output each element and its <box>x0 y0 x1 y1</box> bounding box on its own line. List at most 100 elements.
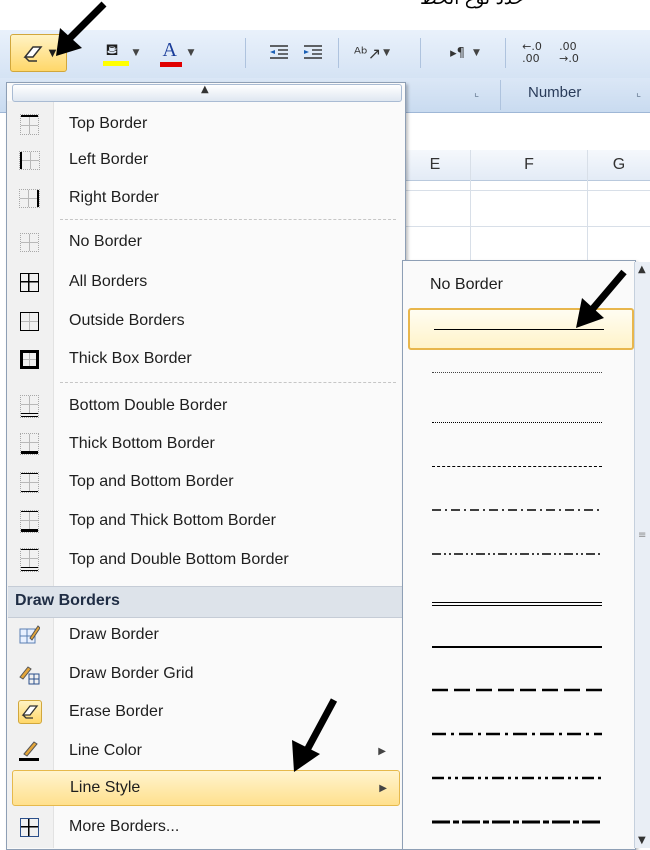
menu-item-label: Draw Border Grid <box>69 665 194 682</box>
column-header-f[interactable]: F <box>471 150 588 181</box>
annotation-arrow-line-style <box>576 269 627 328</box>
section-title: Draw Borders <box>15 592 120 609</box>
increase-indent-button[interactable] <box>296 36 330 70</box>
triangle-down-icon[interactable]: ▼ <box>638 835 646 846</box>
line-style-dash-dot[interactable] <box>408 490 630 530</box>
menu-item-label: Draw Border <box>69 626 159 643</box>
text-orientation-icon: ᴬᵇ↗ <box>353 43 382 63</box>
menu-item-label: Top and Bottom Border <box>69 473 234 490</box>
border-left-icon <box>18 150 40 170</box>
menu-item-label: Right Border <box>69 189 159 206</box>
top-caption: حدد نوع الخط <box>420 0 524 9</box>
annotation-arrow-top <box>56 1 107 56</box>
menu-item-draw-border-grid[interactable]: Draw Border Grid <box>12 656 398 692</box>
border-none-icon <box>19 232 39 252</box>
annotation-arrow-menu <box>292 698 338 772</box>
menu-item-label: Outside Borders <box>69 312 185 329</box>
draw-borders-header: Draw Borders <box>8 586 403 618</box>
line-style-dash-dot-dot[interactable] <box>408 534 630 574</box>
chevron-down-icon: ▼ <box>132 48 140 58</box>
dialog-launcher-icon[interactable]: ⌞ <box>474 86 479 99</box>
menu-item-label: No Border <box>69 233 142 250</box>
menu-item-label: Erase Border <box>69 703 164 720</box>
border-top-double-bottom-icon <box>19 548 39 572</box>
menu-item-left-border[interactable]: Left Border <box>12 142 398 178</box>
line-style-slant-dash-dot[interactable] <box>408 804 630 844</box>
draw-border-icon <box>19 625 40 644</box>
increase-decimal-button[interactable]: ←.0.00 <box>515 36 549 70</box>
decrease-decimal-icon: .00 →.0 <box>559 40 579 65</box>
font-color-button[interactable]: A ▼ <box>150 36 204 70</box>
menu-item-label: Top Border <box>69 115 148 132</box>
menu-item-top-and-bottom-border[interactable]: Top and Bottom Border <box>12 464 398 500</box>
line-style-dashed[interactable] <box>408 446 630 486</box>
border-bottom-double-icon <box>19 394 39 418</box>
menu-item-more-borders[interactable]: More Borders... <box>12 809 398 845</box>
draw-border-grid-icon <box>19 666 40 685</box>
menu-item-label: Thick Box Border <box>69 350 192 367</box>
menu-item-top-border[interactable]: Top Border <box>12 106 398 142</box>
triangle-up-icon: ▲ <box>201 84 209 95</box>
paragraph-direction-button[interactable]: ▸¶ ▼ <box>430 36 500 70</box>
chevron-down-icon: ▼ <box>383 48 391 58</box>
line-style-medium-dashed[interactable] <box>408 670 630 710</box>
line-style-medium-dash-dot[interactable] <box>408 714 630 754</box>
border-outside-icon <box>19 311 39 331</box>
scroll-grip-icon[interactable]: ≡ <box>638 530 646 541</box>
decrease-decimal-button[interactable]: .00 →.0 <box>552 36 586 70</box>
orientation-button[interactable]: ᴬᵇ↗ ▼ <box>346 36 398 70</box>
eraser-icon <box>21 705 39 719</box>
font-color-icon: A <box>159 39 182 67</box>
border-top-thick-bottom-icon <box>19 509 39 533</box>
menu-item-right-border[interactable]: Right Border <box>12 180 398 216</box>
menu-item-no-border[interactable]: No Border <box>12 224 398 260</box>
no-border-option[interactable]: No Border <box>430 276 503 294</box>
chevron-down-icon: ▼ <box>187 48 195 58</box>
menu-item-label: Line Color <box>69 742 142 759</box>
submenu-arrow-icon: ▶ <box>379 782 387 794</box>
menu-item-top-double-bottom-border[interactable]: Top and Double Bottom Border <box>12 542 398 578</box>
increase-indent-icon <box>304 45 322 59</box>
menu-item-bottom-double-border[interactable]: Bottom Double Border <box>12 388 398 424</box>
line-style-medium[interactable] <box>408 626 630 666</box>
chevron-down-icon: ▼ <box>472 48 480 58</box>
number-group-label: Number <box>528 84 582 101</box>
menu-item-thick-bottom-border[interactable]: Thick Bottom Border <box>12 426 398 462</box>
submenu-arrow-icon: ▶ <box>378 745 386 757</box>
menu-scroll-up[interactable]: ▲ <box>12 84 402 102</box>
border-thick-bottom-icon <box>19 433 39 455</box>
line-color-icon <box>19 741 39 761</box>
more-borders-icon <box>19 817 39 837</box>
border-thick-box-icon <box>19 349 39 369</box>
menu-item-label: Top and Thick Bottom Border <box>69 512 276 529</box>
menu-item-label: Bottom Double Border <box>69 397 228 414</box>
border-top-icon <box>19 113 39 135</box>
column-header-g[interactable]: G <box>588 150 650 181</box>
menu-item-label: All Borders <box>69 273 148 290</box>
menu-item-draw-border[interactable]: Draw Border <box>12 617 398 653</box>
menu-item-label: Left Border <box>69 151 149 168</box>
menu-item-label: Thick Bottom Border <box>69 435 215 452</box>
border-all-icon <box>19 272 39 292</box>
menu-item-top-thick-bottom-border[interactable]: Top and Thick Bottom Border <box>12 503 398 539</box>
menu-item-label: Line Style <box>70 779 141 796</box>
menu-item-outside-borders[interactable]: Outside Borders <box>12 303 398 339</box>
line-style-hair[interactable] <box>408 352 630 392</box>
line-style-double[interactable] <box>408 582 630 622</box>
eraser-icon <box>23 46 43 62</box>
line-style-dotted[interactable] <box>408 402 630 442</box>
border-right-icon <box>18 188 40 208</box>
line-style-medium-dash-dot-dot[interactable] <box>408 758 630 798</box>
border-top-bottom-icon <box>19 471 39 493</box>
menu-item-label: More Borders... <box>69 818 180 835</box>
decrease-indent-icon <box>270 45 288 59</box>
paragraph-rtl-icon: ▸¶ <box>450 45 465 61</box>
increase-decimal-icon: ←.0.00 <box>522 40 542 65</box>
dialog-launcher-icon[interactable]: ⌞ <box>636 86 641 99</box>
column-header-e[interactable]: E <box>400 150 471 181</box>
menu-item-all-borders[interactable]: All Borders <box>12 264 398 300</box>
decrease-indent-button[interactable] <box>262 36 296 70</box>
menu-item-thick-box-border[interactable]: Thick Box Border <box>12 341 398 377</box>
triangle-up-icon[interactable]: ▲ <box>638 264 646 275</box>
submenu-scrollbar[interactable]: ▲ ≡ ▼ <box>634 262 650 848</box>
